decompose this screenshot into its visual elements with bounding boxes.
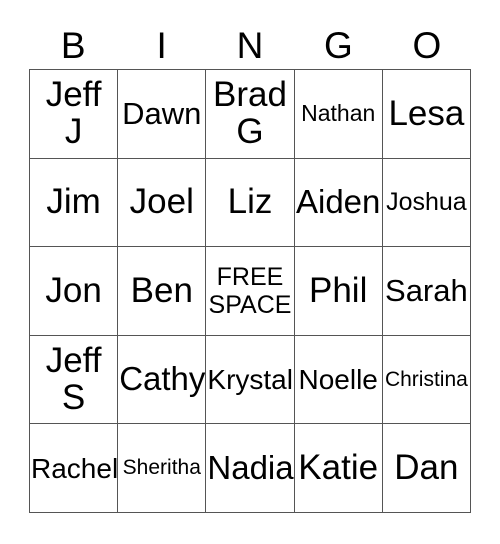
bingo-cell-label: Ben <box>130 270 193 310</box>
bingo-cell[interactable]: Christina <box>382 335 471 425</box>
bingo-cell-label: Krystal <box>207 364 293 396</box>
bingo-card: B I N G O Jeff J Dawn Brad G Nathan Lesa… <box>0 0 500 544</box>
bingo-header-letter-n: N <box>236 25 264 66</box>
bingo-cell-label: Nadia <box>207 449 294 487</box>
bingo-cell-label: FREE SPACE <box>208 262 292 319</box>
bingo-cell-label: Joel <box>129 182 194 222</box>
bingo-cell[interactable]: Sheritha <box>118 424 207 513</box>
bingo-cell[interactable]: Jeff S <box>30 335 119 425</box>
bingo-cell-label: Joshua <box>386 188 467 217</box>
bingo-cell[interactable]: Ben <box>118 247 207 336</box>
bingo-cell-label: Christina <box>384 367 468 391</box>
bingo-cell-label: Jim <box>46 182 101 222</box>
bingo-cell[interactable]: Phil <box>294 247 383 336</box>
bingo-cell[interactable]: Jim <box>30 158 119 248</box>
bingo-cell[interactable]: Liz <box>206 158 295 248</box>
bingo-cell-label: Jeff S <box>45 341 102 417</box>
bingo-cell-label: Brad G <box>213 75 287 151</box>
bingo-header-letter-o: O <box>412 25 442 66</box>
bingo-cell[interactable]: Dan <box>382 424 471 513</box>
bingo-cell[interactable]: Katie <box>294 424 383 513</box>
bingo-cell-label: Dan <box>394 447 459 487</box>
bingo-cell-label: Liz <box>227 182 273 222</box>
bingo-cell[interactable]: Nadia <box>206 424 295 513</box>
bingo-cell[interactable]: Joel <box>118 158 207 248</box>
bingo-grid: Jeff J Dawn Brad G Nathan Lesa Jim Joel … <box>29 69 471 513</box>
bingo-cell-label: Sarah <box>385 272 468 308</box>
bingo-header-letter-b: B <box>60 25 86 66</box>
bingo-cell[interactable]: Jon <box>30 247 119 336</box>
bingo-cell-label: Nathan <box>301 99 376 126</box>
bingo-cell[interactable]: Joshua <box>382 158 471 248</box>
bingo-cell[interactable]: Sarah <box>382 247 471 336</box>
bingo-cell[interactable]: Brad G <box>206 70 295 159</box>
bingo-cell-label: Jon <box>45 270 102 310</box>
bingo-cell[interactable]: Jeff J <box>30 70 119 159</box>
bingo-cell-label: Cathy <box>119 360 206 398</box>
bingo-cell-label: Sheritha <box>122 456 201 480</box>
bingo-cell-label: Noelle <box>298 364 378 396</box>
bingo-cell[interactable]: Rachel <box>30 424 119 513</box>
bingo-cell-label: Jeff J <box>45 75 102 151</box>
bingo-cell-label: Katie <box>298 447 379 487</box>
bingo-cell[interactable]: Aiden <box>294 158 383 248</box>
bingo-cell[interactable]: Nathan <box>294 70 383 159</box>
bingo-cell-label: Dawn <box>122 95 202 131</box>
bingo-cell[interactable]: Cathy <box>118 335 207 425</box>
bingo-header-letter-g: G <box>324 25 353 66</box>
bingo-cell-label: Rachel <box>31 452 119 484</box>
bingo-cell-label: Aiden <box>295 183 381 221</box>
bingo-cell[interactable]: Lesa <box>382 70 471 159</box>
bingo-cell-label: Phil <box>309 270 368 310</box>
bingo-cell-free-space[interactable]: FREE SPACE <box>206 247 295 336</box>
bingo-cell-label: Lesa <box>388 93 465 133</box>
bingo-header-letter-i: I <box>156 25 167 66</box>
bingo-cell[interactable]: Dawn <box>118 70 207 159</box>
bingo-cell[interactable]: Noelle <box>294 335 383 425</box>
bingo-header-row: B I N G O <box>29 22 471 69</box>
bingo-cell[interactable]: Krystal <box>206 335 295 425</box>
